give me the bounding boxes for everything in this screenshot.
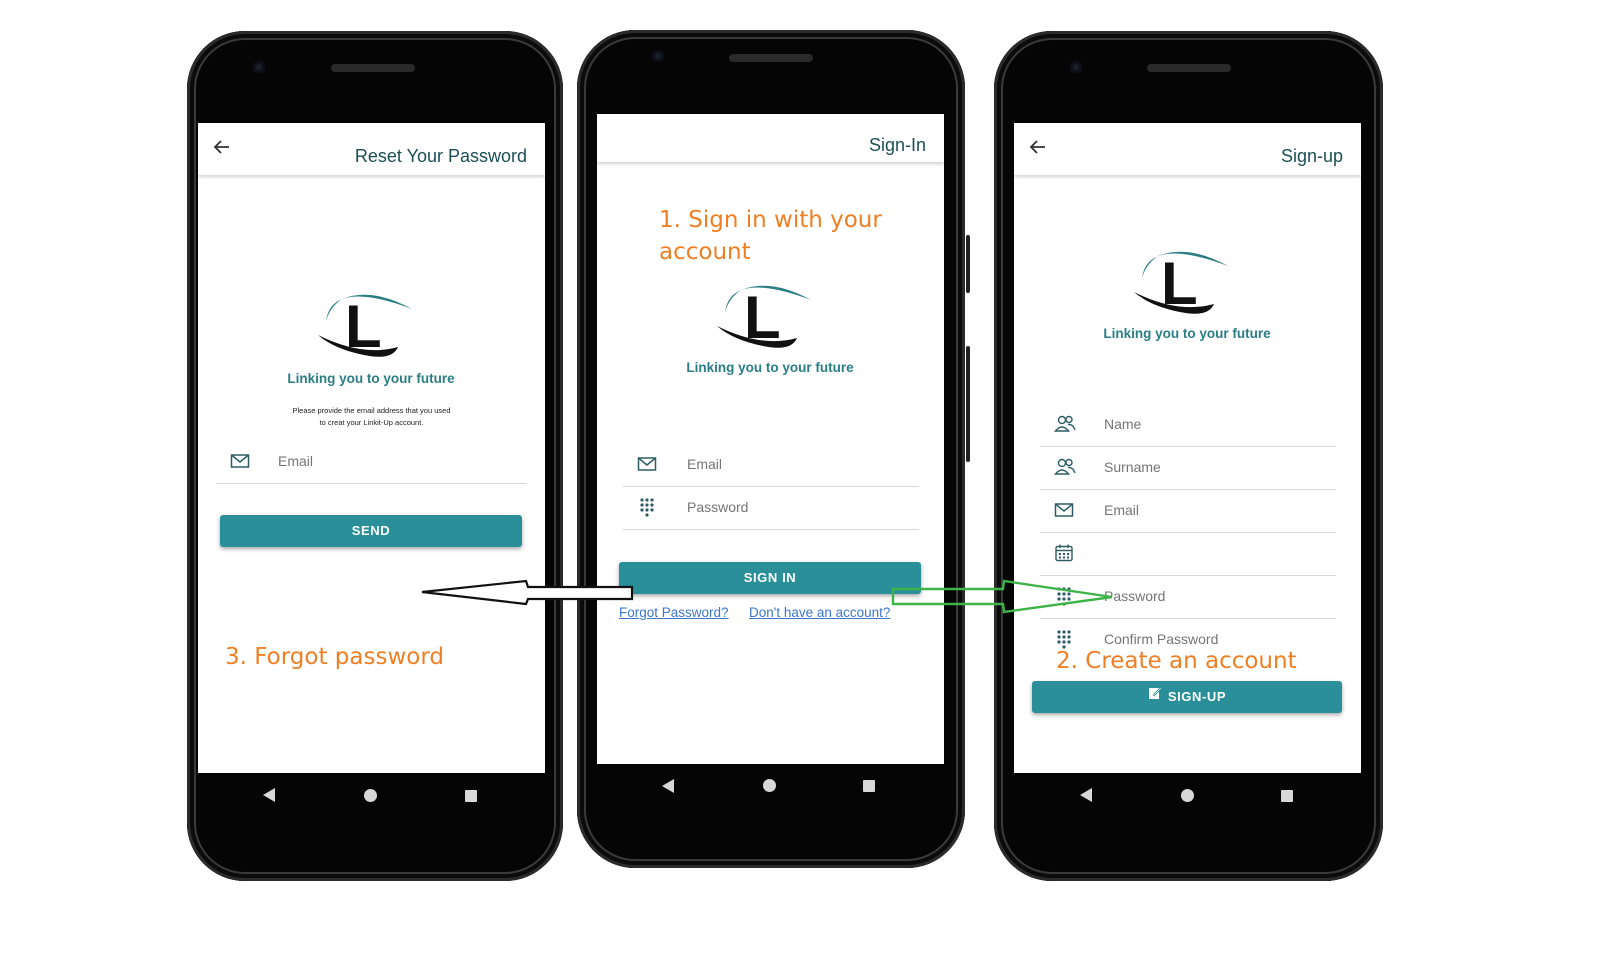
instructions-text: Please provide the email address that yo… (198, 405, 545, 429)
earpiece-speaker (331, 64, 415, 72)
android-navbar (994, 773, 1383, 823)
mail-icon (637, 454, 657, 474)
mail-icon (230, 451, 250, 471)
brand-logo: L Linking you to your future (667, 272, 873, 382)
email-field[interactable]: Email (216, 441, 526, 484)
android-navbar (187, 773, 563, 823)
logo-mark: L (318, 293, 412, 360)
annotation-step-1: 1. Sign in with your account (659, 204, 882, 268)
brand-logo: L Linking you to your future (268, 281, 474, 391)
forgot-password-link[interactable]: Forgot Password? (619, 605, 729, 620)
nav-home-icon[interactable] (1181, 789, 1194, 802)
email-placeholder: Email (687, 456, 723, 472)
nav-recents-icon[interactable] (1281, 790, 1293, 802)
brand-logo: L Linking you to your future (1084, 238, 1290, 348)
android-navbar (577, 764, 965, 814)
signup-appbar: Sign-up (1014, 123, 1361, 175)
nav-home-icon[interactable] (763, 779, 776, 792)
power-button (966, 346, 970, 462)
nav-recents-icon[interactable] (863, 780, 875, 792)
tagline: Linking you to your future (287, 371, 455, 386)
email-placeholder: Email (1104, 502, 1140, 518)
email-placeholder: Email (278, 453, 314, 469)
page-title: Sign-In (868, 135, 926, 155)
reset-appbar: Reset Your Password (198, 123, 545, 175)
mail-icon (1054, 500, 1074, 520)
nav-recents-icon[interactable] (465, 790, 477, 802)
front-camera (652, 50, 664, 62)
nav-back-icon[interactable] (263, 788, 275, 802)
keypad-icon (1054, 586, 1074, 606)
logo-mark: L (717, 284, 811, 351)
phone-signup: Sign-up L Linking you to your future Nam… (994, 31, 1383, 881)
page-title: Reset Your Password (354, 146, 527, 166)
reset-screen: Reset Your Password L Linking you to you… (198, 123, 545, 773)
earpiece-speaker (729, 54, 813, 62)
keypad-icon (637, 497, 657, 517)
password-placeholder: Password (1104, 588, 1166, 604)
nav-home-icon[interactable] (364, 789, 377, 802)
phone-reset: Reset Your Password L Linking you to you… (187, 31, 563, 881)
calendar-icon (1054, 543, 1074, 563)
tagline: Linking you to your future (1103, 326, 1271, 341)
surname-placeholder: Surname (1104, 459, 1161, 475)
earpiece-speaker (1147, 64, 1231, 72)
send-button[interactable]: SEND (220, 515, 522, 547)
phone-signin: Sign-In L Linking you to your future Ema… (577, 30, 970, 868)
instructions-line-2: to creat your Linkit-Up account. (319, 418, 424, 427)
people-icon (1054, 457, 1076, 477)
no-account-link[interactable]: Don't have an account? (749, 605, 890, 620)
page-title: Sign-up (1280, 146, 1343, 166)
password-field[interactable]: Password (1040, 576, 1336, 619)
instructions-line-1: Please provide the email address that yo… (292, 406, 451, 415)
people-icon (1054, 414, 1076, 434)
front-camera (253, 61, 265, 73)
front-camera (1070, 61, 1082, 73)
annotation-step-1-line-2: account (659, 239, 751, 265)
sign-up-button[interactable]: SIGN-UP (1032, 681, 1342, 713)
sign-in-button[interactable]: SIGN IN (619, 562, 921, 594)
signin-appbar: Sign-In (597, 114, 944, 162)
sign-up-label: SIGN-UP (1167, 689, 1227, 704)
annotation-step-1-line-1: 1. Sign in with your (659, 207, 882, 233)
nav-back-icon[interactable] (662, 779, 674, 793)
arrow-left-icon[interactable] (212, 137, 232, 163)
arrow-left-icon[interactable] (1028, 137, 1048, 163)
password-placeholder: Password (687, 499, 749, 515)
name-field[interactable]: Name (1040, 404, 1336, 447)
nav-back-icon[interactable] (1080, 788, 1092, 802)
password-field[interactable]: Password (623, 487, 919, 530)
surname-field[interactable]: Surname (1040, 447, 1336, 490)
tagline: Linking you to your future (686, 360, 854, 375)
name-placeholder: Name (1104, 416, 1142, 432)
birthdate-field[interactable] (1040, 533, 1336, 576)
annotation-step-3: 3. Forgot password (225, 644, 444, 670)
email-field[interactable]: Email (1040, 490, 1336, 533)
annotation-step-2: 2. Create an account (1056, 648, 1297, 674)
edit-icon (1148, 680, 1162, 712)
email-field[interactable]: Email (623, 444, 919, 487)
volume-button (966, 235, 970, 293)
logo-mark: L (1134, 250, 1228, 317)
